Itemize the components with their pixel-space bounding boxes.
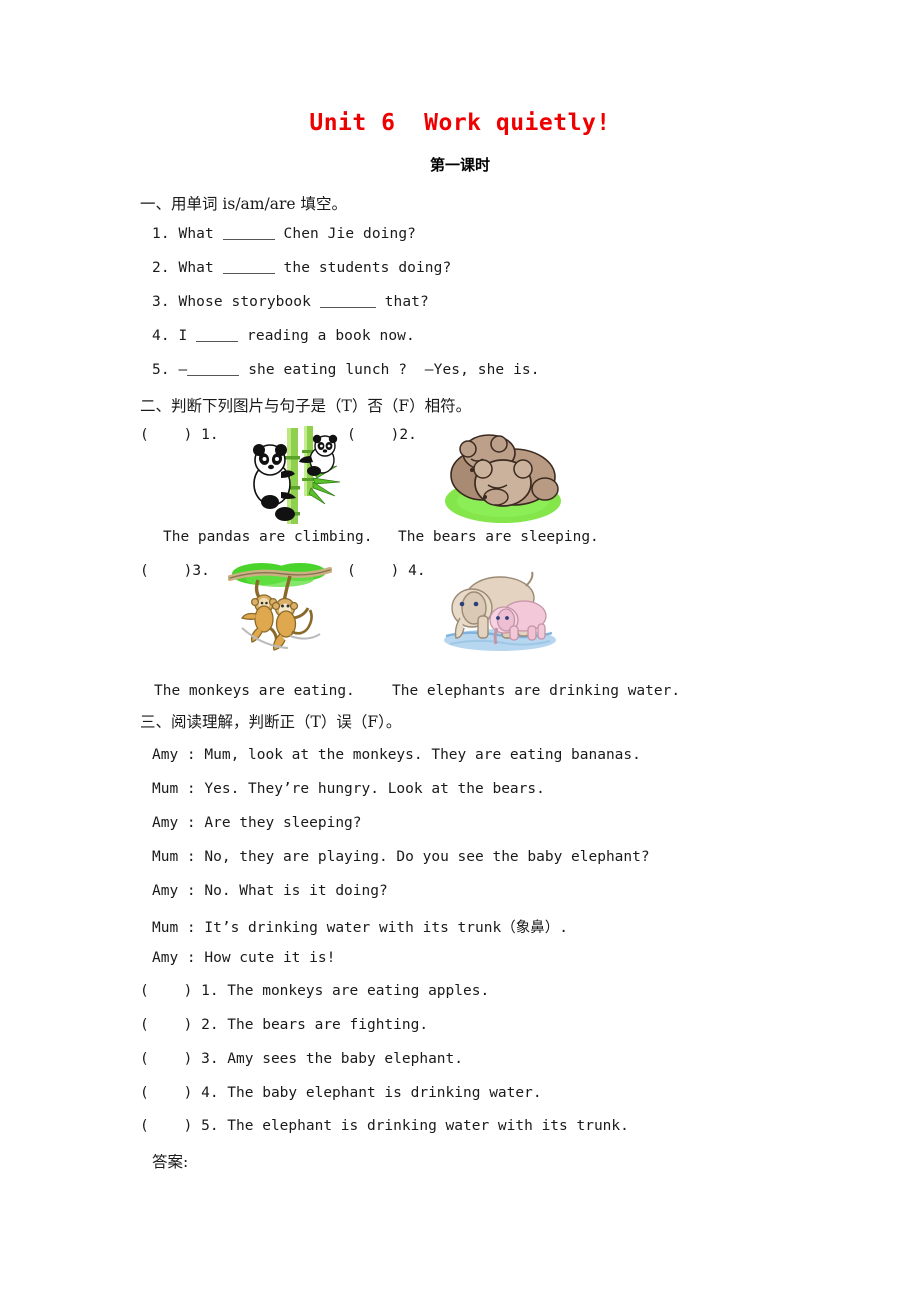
item-text-after: Chen Jie doing? bbox=[283, 226, 416, 242]
tf-mark-picture-4[interactable]: ( ) 4. bbox=[347, 563, 426, 579]
item-number: 1. bbox=[152, 226, 170, 242]
item-text-before: I bbox=[178, 328, 188, 344]
item-number: 2. bbox=[152, 260, 170, 276]
tf-question-5[interactable]: ( ) 5. The elephant is drinking water wi… bbox=[140, 1118, 629, 1134]
item-text-after: she eating lunch ? —Yes, she is. bbox=[248, 362, 540, 378]
fill-blank-item-1: 1. What Chen Jie doing? bbox=[152, 226, 416, 242]
section-3-heading: 三、阅读理解，判断正（T）误（F）。 bbox=[140, 713, 402, 731]
section-2-heading: 二、判断下列图片与句子是（T）否（F）相符。 bbox=[140, 397, 472, 415]
tf-question-4[interactable]: ( ) 4. The baby elephant is drinking wat… bbox=[140, 1085, 542, 1101]
tf-mark-picture-1[interactable]: ( ) 1. bbox=[140, 427, 219, 443]
dialogue-line-7: Amy : How cute it is! bbox=[152, 950, 336, 966]
fill-blank-item-4: 4. I reading a book now. bbox=[152, 328, 415, 344]
monkeys-swinging-image bbox=[228, 562, 332, 654]
blank-input-4[interactable] bbox=[196, 341, 239, 342]
dialogue-line-1: Amy : Mum, look at the monkeys. They are… bbox=[152, 747, 641, 763]
tf-question-2[interactable]: ( ) 2. The bears are fighting. bbox=[140, 1017, 428, 1033]
section-1-heading: 一、用单词 is/am/are 填空。 bbox=[140, 195, 347, 213]
dialogue-line-3: Amy : Are they sleeping? bbox=[152, 815, 362, 831]
picture-caption-1: The pandas are climbing. bbox=[163, 529, 373, 545]
picture-caption-2: The bears are sleeping. bbox=[398, 529, 599, 545]
bears-sleeping-image bbox=[441, 427, 563, 525]
page-subtitle: 第一课时 bbox=[429, 156, 490, 174]
blank-input-2[interactable] bbox=[222, 273, 275, 274]
answer-label: 答案: bbox=[152, 1153, 189, 1171]
page-title: Unit 6 Work quietly! bbox=[309, 110, 611, 136]
item-text-before: Whose storybook bbox=[178, 294, 311, 310]
blank-input-1[interactable] bbox=[222, 239, 275, 240]
dialogue-line-5: Amy : No. What is it doing? bbox=[152, 883, 388, 899]
tf-mark-picture-3[interactable]: ( )3. bbox=[140, 563, 210, 579]
item-text-after: reading a book now. bbox=[247, 328, 415, 344]
item-number: 5. bbox=[152, 362, 170, 378]
worksheet-page: Unit 6 Work quietly! 第一课时 一、用单词 is/am/ar… bbox=[0, 0, 920, 1302]
tf-mark-picture-2[interactable]: ( )2. bbox=[347, 427, 417, 443]
tf-question-1[interactable]: ( ) 1. The monkeys are eating apples. bbox=[140, 983, 489, 999]
item-number: 4. bbox=[152, 328, 170, 344]
pandas-climbing-bamboo-image bbox=[241, 426, 345, 526]
item-text-before: What bbox=[178, 260, 214, 276]
item-text-after: the students doing? bbox=[283, 260, 452, 276]
blank-input-3[interactable] bbox=[319, 307, 376, 308]
blank-input-5[interactable] bbox=[187, 375, 240, 376]
item-text-before: — bbox=[178, 362, 188, 378]
item-number: 3. bbox=[152, 294, 170, 310]
tf-question-3[interactable]: ( ) 3. Amy sees the baby elephant. bbox=[140, 1051, 463, 1067]
elephants-drinking-water-image bbox=[440, 568, 556, 656]
picture-caption-4: The elephants are drinking water. bbox=[392, 683, 681, 699]
fill-blank-item-5: 5. — she eating lunch ? —Yes, she is. bbox=[152, 362, 540, 378]
dialogue-line-2: Mum : Yes. They’re hungry. Look at the b… bbox=[152, 781, 545, 797]
fill-blank-item-3: 3. Whose storybook that? bbox=[152, 294, 429, 310]
item-text-before: What bbox=[178, 226, 214, 242]
dialogue-line-6: Mum : It’s drinking water with its trunk… bbox=[152, 920, 568, 936]
item-text-after: that? bbox=[384, 294, 429, 310]
fill-blank-item-2: 2. What the students doing? bbox=[152, 260, 451, 276]
dialogue-line-4: Mum : No, they are playing. Do you see t… bbox=[152, 849, 650, 865]
picture-caption-3: The monkeys are eating. bbox=[154, 683, 355, 699]
